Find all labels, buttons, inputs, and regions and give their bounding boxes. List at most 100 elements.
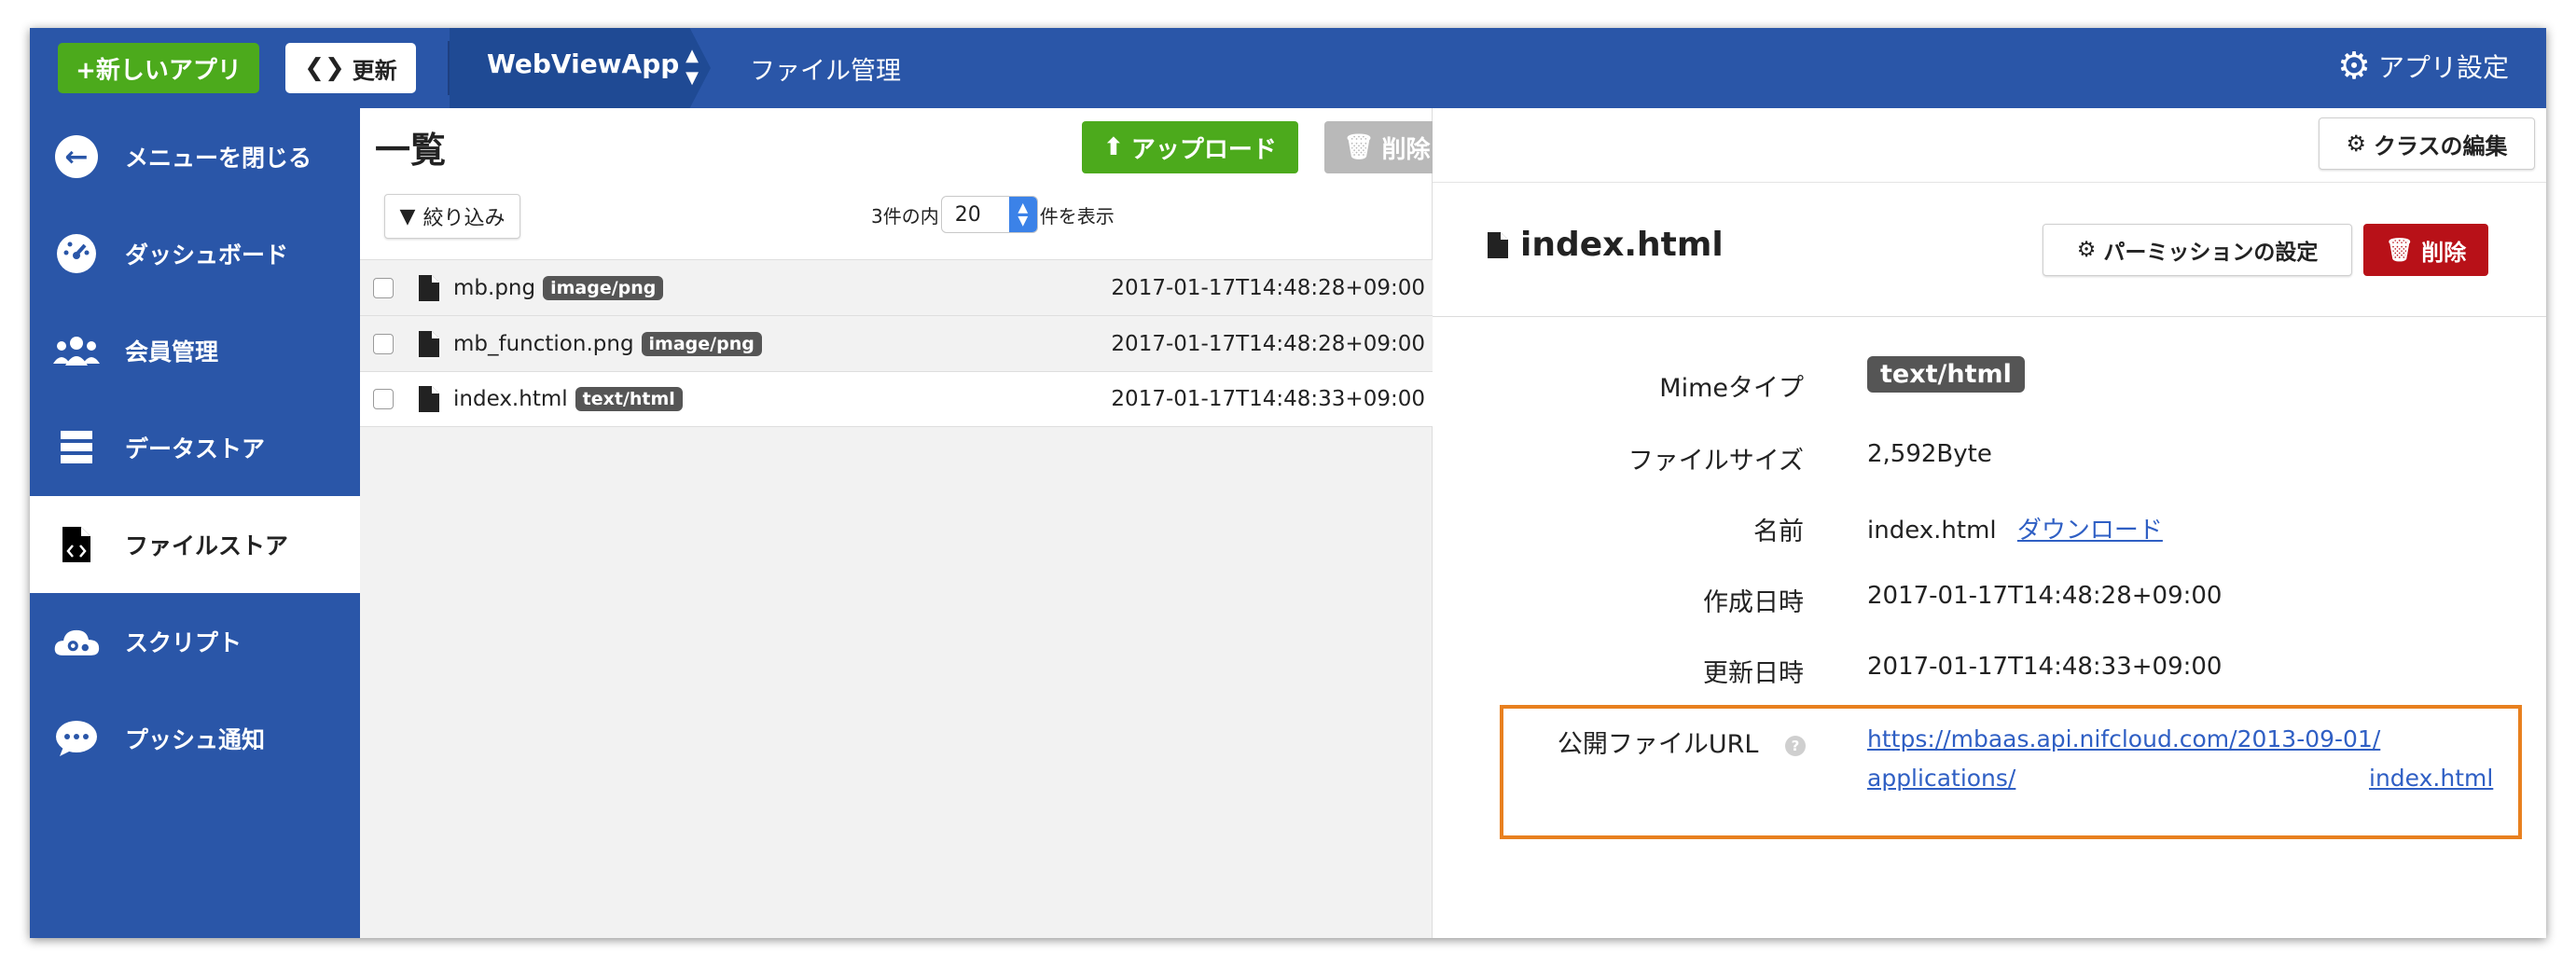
trash-icon: 🗑 xyxy=(2385,237,2415,263)
arrow-left-icon: ← xyxy=(52,132,101,181)
mime-badge: text/html xyxy=(575,387,683,411)
arrow-up-icon: ⬆ xyxy=(1103,133,1124,161)
updated-value: 2017-01-17T14:48:33+09:00 xyxy=(1867,653,2223,681)
per-page-control: 3件の内 20 ▲ ▼ 件を表示 xyxy=(871,196,1115,233)
mime-badge: text/html xyxy=(1867,356,2025,393)
public-url-label: 公開ファイルURL xyxy=(1557,730,1759,759)
count-suffix: 件を表示 xyxy=(1039,204,1115,228)
filter-icon: ▼ xyxy=(399,204,416,228)
upload-button[interactable]: ⬆ アップロード xyxy=(1082,121,1298,173)
gear-icon: ⚙ xyxy=(2346,131,2366,157)
sidebar-item-users[interactable]: 会員管理 xyxy=(30,302,360,399)
delete-label: 削除 xyxy=(1381,135,1431,164)
class-edit-label: クラスの編集 xyxy=(2373,132,2508,159)
delete-file-button[interactable]: 🗑 削除 xyxy=(2363,224,2488,276)
chat-bubble-icon xyxy=(52,714,101,763)
refresh-icon: ❮❯ xyxy=(304,54,345,82)
file-name[interactable]: mb_function.png xyxy=(453,332,634,356)
file-detail-panel: ⚙ クラスの編集 index.html ⚙ パーミッションの設定 🗑 削除 Mi… xyxy=(1433,108,2546,938)
permission-settings-button[interactable]: ⚙ パーミッションの設定 xyxy=(2043,224,2352,276)
dashboard-icon xyxy=(52,229,101,278)
name-label: 名前 xyxy=(1753,518,1804,546)
row-checkbox[interactable] xyxy=(373,333,394,354)
users-icon xyxy=(52,326,101,375)
app-settings-button[interactable]: ⚙ アプリ設定 xyxy=(2337,45,2509,88)
app-name[interactable]: WebViewApp xyxy=(487,48,679,79)
sidebar-item-label: 会員管理 xyxy=(125,338,219,366)
mime-label: Mimeタイプ xyxy=(1659,374,1804,403)
file-list-header: 一覧 ⬆ アップロード 🗑 削除 ▼ 絞り込み 3件の内 20 ▲ ▼ 件を表示 xyxy=(360,108,1449,259)
sidebar-item-label: ファイルストア xyxy=(125,532,289,559)
public-url-line2a[interactable]: applications/ xyxy=(1867,765,2015,792)
file-name[interactable]: index.html xyxy=(453,387,568,411)
list-title: 一覧 xyxy=(375,130,447,171)
table-row[interactable]: mb_function.png image/png 2017-01-17T14:… xyxy=(360,315,1433,371)
new-app-button[interactable]: +新しいアプリ xyxy=(58,43,259,93)
sidebar-item-label: プッシュ通知 xyxy=(125,726,266,753)
file-code-icon xyxy=(52,520,101,569)
size-label: ファイルサイズ xyxy=(1627,447,1804,476)
sidebar-item-dashboard[interactable]: ダッシュボード xyxy=(30,205,360,302)
sidebar-item-script[interactable]: スクリプト xyxy=(30,593,360,690)
name-value-wrap: index.html ダウンロード xyxy=(1867,511,2163,545)
sidebar-item-push[interactable]: プッシュ通知 xyxy=(30,690,360,787)
filter-button[interactable]: ▼ 絞り込み xyxy=(384,194,520,239)
public-url-line2b[interactable]: index.html xyxy=(2369,765,2493,792)
class-edit-button[interactable]: ⚙ クラスの編集 xyxy=(2319,117,2535,170)
updated-label: 更新日時 xyxy=(1703,659,1804,688)
app-settings-label: アプリ設定 xyxy=(2377,52,2509,83)
size-value: 2,592Byte xyxy=(1867,440,1992,468)
app-switch-icon[interactable]: ▲ ▼ xyxy=(683,45,701,90)
mime-value-wrap: text/html xyxy=(1867,356,2025,393)
table-row-selected[interactable]: index.html text/html 2017-01-17T14:48:33… xyxy=(360,371,1433,427)
file-date: 2017-01-17T14:48:28+09:00 xyxy=(1111,331,1425,356)
download-link[interactable]: ダウンロード xyxy=(2017,517,2163,545)
per-page-value: 20 xyxy=(954,202,981,227)
permission-label: パーミッションの設定 xyxy=(2103,241,2319,265)
file-icon xyxy=(419,274,439,301)
sidebar-item-label: スクリプト xyxy=(125,629,242,656)
refresh-button[interactable]: ❮❯ 更新 xyxy=(285,43,416,93)
spinner-icon[interactable]: ▲ ▼ xyxy=(1008,197,1037,232)
row-checkbox[interactable] xyxy=(373,277,394,298)
created-label: 作成日時 xyxy=(1703,588,1804,617)
sidebar-item-label: メニューを閉じる xyxy=(125,145,312,172)
sidebar-item-label: データストア xyxy=(125,435,266,462)
breadcrumb-page: ファイル管理 xyxy=(750,57,901,86)
upload-label: アップロード xyxy=(1130,135,1277,164)
divider xyxy=(448,41,450,95)
created-value: 2017-01-17T14:48:28+09:00 xyxy=(1867,582,2223,610)
sidebar-item-label: ダッシュボード xyxy=(125,242,289,269)
table-row[interactable]: mb.png image/png 2017-01-17T14:48:28+09:… xyxy=(360,259,1433,315)
detail-toolbar: ⚙ クラスの編集 xyxy=(1433,108,2546,183)
gear-icon: ⚙ xyxy=(2076,238,2097,262)
count-prefix: 3件の内 xyxy=(871,204,939,228)
detail-header: index.html ⚙ パーミッションの設定 🗑 削除 xyxy=(1433,183,2546,317)
file-date: 2017-01-17T14:48:28+09:00 xyxy=(1111,275,1425,300)
delete-file-label: 削除 xyxy=(2421,239,2467,266)
mime-badge: image/png xyxy=(641,331,762,356)
gears-icon: ⚙ xyxy=(2337,45,2371,88)
file-name[interactable]: mb.png xyxy=(453,276,535,300)
file-date: 2017-01-17T14:48:33+09:00 xyxy=(1111,387,1425,411)
top-bar: +新しいアプリ ❮❯ 更新 WebViewApp ▲ ▼ ファイル管理 ⚙ アプリ… xyxy=(30,28,2546,108)
filter-label: 絞り込み xyxy=(422,207,506,230)
public-url-line1[interactable]: https://mbaas.api.nifcloud.com/2013-09-0… xyxy=(1867,725,2380,752)
file-icon xyxy=(1488,231,1508,258)
help-icon[interactable]: ? xyxy=(1785,735,1806,756)
sidebar: ← メニューを閉じる ダッシュボード 会員管理 データストア ファイルストア ス… xyxy=(30,108,360,938)
per-page-select[interactable]: 20 ▲ ▼ xyxy=(940,196,1038,233)
file-list-panel: 一覧 ⬆ アップロード 🗑 削除 ▼ 絞り込み 3件の内 20 ▲▼ 件を表示 xyxy=(360,108,1449,938)
sidebar-item-close-menu[interactable]: ← メニューを閉じる xyxy=(30,108,360,205)
name-value: index.html xyxy=(1867,517,1997,545)
mime-badge: image/png xyxy=(543,275,664,300)
detail-title-text: index.html xyxy=(1520,226,1724,264)
detail-title: index.html xyxy=(1487,226,1724,264)
sidebar-item-datastore[interactable]: データストア xyxy=(30,399,360,496)
file-icon xyxy=(419,330,439,357)
file-icon xyxy=(419,386,439,412)
sidebar-item-filestore[interactable]: ファイルストア xyxy=(30,496,360,593)
app-window: +新しいアプリ ❮❯ 更新 WebViewApp ▲ ▼ ファイル管理 ⚙ アプリ… xyxy=(30,28,2546,938)
row-checkbox[interactable] xyxy=(373,389,394,409)
delete-selected-button[interactable]: 🗑 削除 xyxy=(1324,121,1449,173)
